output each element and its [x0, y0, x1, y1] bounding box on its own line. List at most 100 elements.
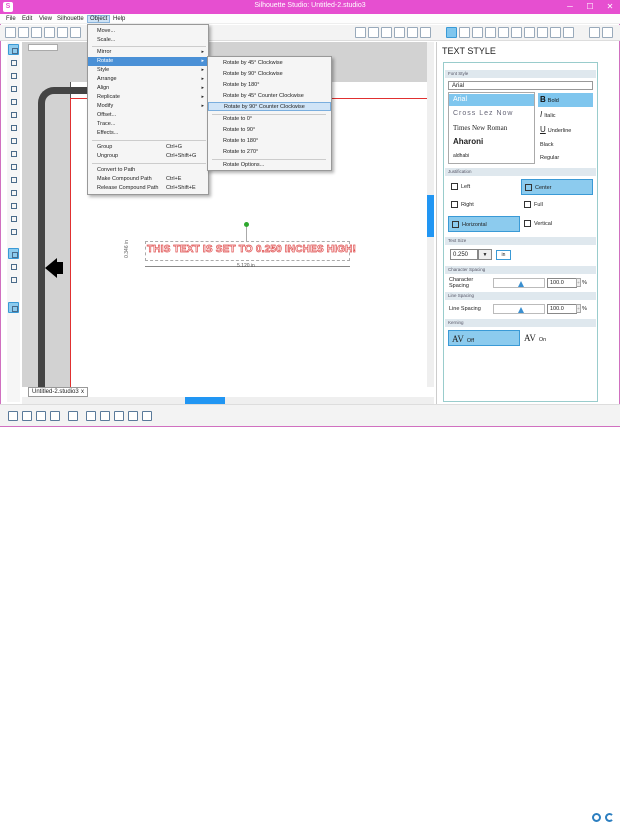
- horizontal-scroll-thumb[interactable]: [185, 397, 225, 404]
- close-button[interactable]: ✕: [600, 0, 620, 14]
- minimize-button[interactable]: ─: [560, 0, 580, 14]
- menu-item-replicate[interactable]: Replicate ▸: [88, 93, 208, 102]
- menu-item-style[interactable]: Style ▸: [88, 66, 208, 75]
- menu-item-group[interactable]: Group Ctrl+G: [88, 143, 208, 152]
- ungroup-bottom-icon[interactable]: [128, 411, 138, 421]
- freehand-tool-icon[interactable]: [8, 161, 19, 172]
- rotate-to-270[interactable]: Rotate to 270°: [208, 148, 331, 157]
- open-icon[interactable]: [18, 27, 29, 38]
- gradient-icon[interactable]: [485, 27, 496, 38]
- line-spacing-slider[interactable]: [493, 304, 545, 314]
- draw-mode-icon[interactable]: [8, 302, 19, 313]
- weld-icon[interactable]: [100, 411, 110, 421]
- maximize-button[interactable]: ☐: [580, 0, 600, 14]
- group-bottom-icon[interactable]: [114, 411, 124, 421]
- send-to-icon[interactable]: [550, 27, 561, 38]
- zoom-in-icon[interactable]: [8, 261, 19, 272]
- menu-item-arrange[interactable]: Arrange ▸: [88, 75, 208, 84]
- text-style-icon[interactable]: [446, 27, 457, 38]
- horizontal-button[interactable]: Horizontal: [448, 216, 520, 232]
- font-item-aldhabi[interactable]: aldhabi: [449, 150, 534, 162]
- style-item-underline[interactable]: U Underline: [538, 123, 593, 137]
- font-name-input[interactable]: Arial: [448, 81, 593, 90]
- delete-icon[interactable]: [86, 411, 96, 421]
- page-setup-icon[interactable]: [459, 27, 470, 38]
- edit-points-icon[interactable]: [8, 57, 19, 68]
- font-list[interactable]: Arial Cross Lez Now Times New Roman Ahar…: [448, 92, 535, 164]
- zoom-out-icon[interactable]: [8, 274, 19, 285]
- menu-view[interactable]: View: [37, 15, 54, 23]
- text-tool-icon[interactable]: [8, 200, 19, 211]
- char-spacing-input[interactable]: 100.0: [547, 278, 577, 288]
- text-size-input[interactable]: 0.250: [450, 249, 478, 260]
- replicate-icon[interactable]: [407, 27, 418, 38]
- slider-thumb[interactable]: [518, 307, 524, 313]
- char-spacing-slider[interactable]: [493, 278, 545, 288]
- group-icon[interactable]: [381, 27, 392, 38]
- slider-thumb[interactable]: [518, 281, 524, 287]
- rounded-rect-icon[interactable]: [8, 96, 19, 107]
- style-item-regular[interactable]: Regular: [538, 151, 593, 165]
- menu-item-release-compound[interactable]: Release Compound Path Ctrl+Shift+E: [88, 184, 208, 193]
- menu-item-ungroup[interactable]: Ungroup Ctrl+Shift+G: [88, 152, 208, 161]
- eraser-tool-icon[interactable]: [8, 213, 19, 224]
- menu-item-rotate[interactable]: Rotate ▸: [88, 57, 208, 66]
- pattern-icon[interactable]: [498, 27, 509, 38]
- vertical-button[interactable]: Vertical: [521, 216, 593, 232]
- style-item-black[interactable]: Black: [538, 138, 593, 152]
- menu-item-move[interactable]: Move...: [88, 27, 208, 36]
- line-color-icon[interactable]: [511, 27, 522, 38]
- gear-icon[interactable]: [592, 813, 601, 822]
- font-item-crosslez[interactable]: Cross Lez Now: [449, 108, 534, 120]
- line-spacing-input[interactable]: 100.0: [547, 304, 577, 314]
- cut-icon[interactable]: [70, 27, 81, 38]
- style-item-bold[interactable]: B Bold: [538, 93, 593, 107]
- style-item-italic[interactable]: I Italic: [538, 108, 593, 122]
- menu-item-scale[interactable]: Scale...: [88, 36, 208, 45]
- ungroup-icon[interactable]: [394, 27, 405, 38]
- rotate-45-cw[interactable]: Rotate by 45° Clockwise: [208, 59, 331, 68]
- rotate-to-0[interactable]: Rotate to 0°: [208, 115, 331, 124]
- select-all-icon[interactable]: [355, 27, 366, 38]
- style-list[interactable]: B Bold I Italic U Underline Black Regular: [538, 92, 593, 164]
- store-icon[interactable]: [563, 27, 574, 38]
- line-spacing-spinner[interactable]: ÷: [576, 304, 581, 313]
- zoom-fit-icon[interactable]: [8, 411, 18, 421]
- library-icon[interactable]: [31, 27, 42, 38]
- print-icon[interactable]: [57, 27, 68, 38]
- menu-silhouette[interactable]: Silhouette: [55, 15, 86, 23]
- justify-left-button[interactable]: Left: [448, 179, 520, 195]
- menu-file[interactable]: File: [4, 15, 18, 23]
- close-tab-icon[interactable]: x: [81, 388, 84, 397]
- text-size-dropdown[interactable]: ▼: [478, 249, 492, 260]
- fill-color-icon[interactable]: [472, 27, 483, 38]
- rotate-90-ccw[interactable]: Rotate by 90° Counter Clockwise: [208, 102, 331, 111]
- flip-icon[interactable]: [602, 27, 613, 38]
- vertical-scroll-thumb[interactable]: [427, 195, 434, 237]
- duplicate-icon[interactable]: [68, 411, 78, 421]
- justify-full-button[interactable]: Full: [521, 197, 593, 213]
- menu-edit[interactable]: Edit: [20, 15, 34, 23]
- justify-center-button[interactable]: Center: [521, 179, 593, 195]
- text-object[interactable]: THIS TEXT IS SET TO 0.250 INCHES HIGH!: [147, 244, 357, 256]
- menu-item-make-compound[interactable]: Make Compound Path Ctrl+E: [88, 175, 208, 184]
- kerning-off-button[interactable]: AV Off: [448, 330, 520, 346]
- save-icon[interactable]: [44, 27, 55, 38]
- menu-item-align[interactable]: Align ▸: [88, 84, 208, 93]
- menu-item-effects[interactable]: Effects...: [88, 129, 208, 138]
- polygon-tool-icon[interactable]: [8, 122, 19, 133]
- rotate-to-180[interactable]: Rotate to 180°: [208, 137, 331, 146]
- horizontal-scrollbar[interactable]: [22, 397, 434, 404]
- rotate-options[interactable]: Rotate Options...: [208, 161, 331, 170]
- new-icon[interactable]: [5, 27, 16, 38]
- refresh-icon[interactable]: [605, 813, 614, 822]
- line-tool-icon[interactable]: [8, 70, 19, 81]
- menu-item-modify[interactable]: Modify ▸: [88, 102, 208, 111]
- rotate-to-90[interactable]: Rotate to 90°: [208, 126, 331, 135]
- release-icon[interactable]: [142, 411, 152, 421]
- bring-front-icon[interactable]: [420, 27, 431, 38]
- menu-item-trace[interactable]: Trace...: [88, 120, 208, 129]
- char-spacing-spinner[interactable]: ÷: [576, 278, 581, 287]
- ellipse-tool-icon[interactable]: [8, 109, 19, 120]
- knife-tool-icon[interactable]: [8, 226, 19, 237]
